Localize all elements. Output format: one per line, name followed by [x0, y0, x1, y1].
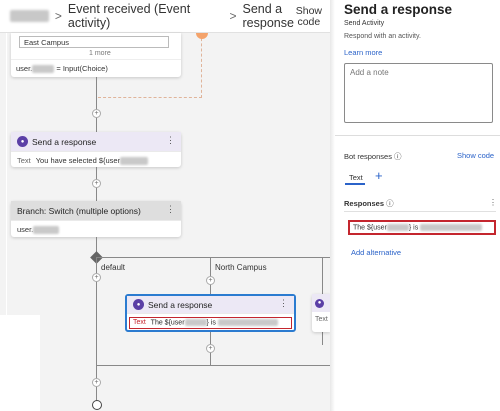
bot-responses-text: Bot responses — [344, 152, 392, 161]
chat-bubble-icon: ● — [133, 299, 144, 310]
more-options-icon[interactable]: ⋮ — [166, 135, 175, 146]
text-label: Text — [315, 316, 328, 323]
node-title: Send a response — [32, 136, 97, 147]
more-options-icon[interactable]: ⋮ — [166, 204, 175, 215]
responses-text: Responses — [344, 199, 385, 208]
responses-more-icon[interactable]: ⋮ — [489, 198, 497, 207]
response-variation-highlight[interactable]: The ${user } is — [348, 220, 496, 235]
panel-description: Respond with an activity. — [344, 33, 421, 40]
end-node-icon — [92, 400, 102, 410]
info-icon[interactable]: ⓘ — [394, 152, 402, 161]
show-code-label-line2: code — [297, 16, 321, 28]
redacted-value — [420, 224, 483, 231]
merge-line — [96, 365, 330, 366]
section-divider — [335, 135, 500, 136]
assign-prefix: user. — [16, 64, 33, 73]
responses-divider — [344, 211, 496, 212]
branch-label-north-campus: North Campus — [215, 263, 267, 272]
panel-title: Send a response — [344, 2, 453, 17]
response-text: The ${user — [150, 319, 185, 327]
response-variation-mid: } is — [408, 224, 419, 232]
bot-responses-label: Bot responses ⓘ — [344, 151, 402, 162]
learn-more-link[interactable]: Learn more — [344, 48, 382, 57]
app-window: > Event received (Event activity) > Send… — [0, 0, 500, 411]
node-divider — [11, 59, 181, 60]
breadcrumb-dialog[interactable]: Event received (Event activity) — [68, 2, 224, 30]
send-response-node-partial[interactable]: ● Text — [312, 294, 330, 332]
response-text: You have selected ${user — [35, 156, 121, 165]
send-response-node[interactable]: ● Send a response ⋮ Text You have select… — [11, 132, 181, 167]
text-label: Text — [17, 156, 31, 165]
branch-line — [96, 257, 330, 258]
breadcrumb: > Event received (Event activity) > Send… — [0, 0, 330, 33]
responses-label: Responses ⓘ — [344, 198, 394, 209]
panel-subtitle: Send Activity — [344, 20, 385, 27]
connector-line — [96, 77, 97, 133]
canvas-empty-area — [0, 315, 40, 411]
redacted-property — [33, 226, 60, 235]
text-label: Text — [133, 319, 146, 327]
node-header: ● Send a response ⋮ — [127, 296, 294, 314]
send-response-node-selected[interactable]: ● Send a response ⋮ Text The ${user } is — [125, 294, 296, 332]
switch-branch-node[interactable]: Branch: Switch (multiple options) ⋮ user… — [11, 201, 181, 237]
info-icon[interactable]: ⓘ — [386, 199, 394, 208]
show-code-button[interactable]: Show code — [296, 6, 322, 28]
choice-assignment: user. = Input(Choice) — [16, 64, 108, 74]
assign-suffix: = Input(Choice) — [56, 64, 108, 73]
response-text-mid: } is — [206, 319, 216, 327]
breadcrumb-bot-name-redacted[interactable] — [10, 10, 49, 22]
redacted-property — [184, 319, 207, 326]
breadcrumb-separator: > — [54, 9, 62, 23]
tab-text[interactable]: Text — [349, 173, 363, 182]
response-variation-text: The ${user — [353, 224, 387, 232]
node-title: Branch: Switch (multiple options) — [17, 205, 141, 216]
add-alternative-link[interactable]: Add alternative — [351, 248, 401, 257]
more-options-icon[interactable]: ⋮ — [279, 298, 288, 309]
add-tab-icon[interactable]: + — [375, 168, 383, 183]
response-text-highlight: Text The ${user } is — [129, 317, 292, 329]
tab-active-indicator — [345, 183, 365, 185]
node-header: Branch: Switch (multiple options) ⋮ — [11, 201, 181, 221]
chat-bubble-icon: ● — [17, 136, 28, 147]
node-header: ● Send a response ⋮ — [11, 132, 181, 152]
note-input[interactable]: Add a note — [344, 63, 493, 123]
connector-line — [96, 387, 97, 401]
chat-bubble-icon: ● — [315, 298, 324, 308]
switch-property: user. — [17, 225, 34, 234]
choice-option-field[interactable]: East Campus — [19, 36, 169, 48]
breadcrumb-separator: > — [229, 9, 237, 23]
redacted-value — [217, 319, 278, 326]
node-header: ● — [312, 294, 330, 312]
properties-panel: Send a response Send Activity Respond wi… — [335, 0, 500, 411]
add-node-button[interactable]: + — [206, 276, 215, 285]
redacted-property — [120, 157, 149, 166]
choice-input-node[interactable]: East Campus 1 more user. = Input(Choice) — [11, 33, 181, 77]
node-title: Send a response — [148, 299, 213, 310]
redacted-property — [32, 65, 55, 74]
add-node-button[interactable]: + — [92, 109, 101, 118]
add-node-button[interactable]: + — [92, 378, 101, 387]
node-body: user. — [11, 221, 181, 238]
add-node-button[interactable]: + — [206, 344, 215, 353]
show-code-link[interactable]: Show code — [457, 151, 494, 160]
authoring-canvas[interactable]: East Campus 1 more user. = Input(Choice)… — [0, 33, 330, 411]
more-options-link[interactable]: 1 more — [89, 50, 111, 57]
redacted-property — [386, 224, 409, 231]
add-node-button[interactable]: + — [92, 273, 101, 282]
add-node-button[interactable]: + — [92, 179, 101, 188]
branch-label-default: default — [101, 263, 126, 272]
